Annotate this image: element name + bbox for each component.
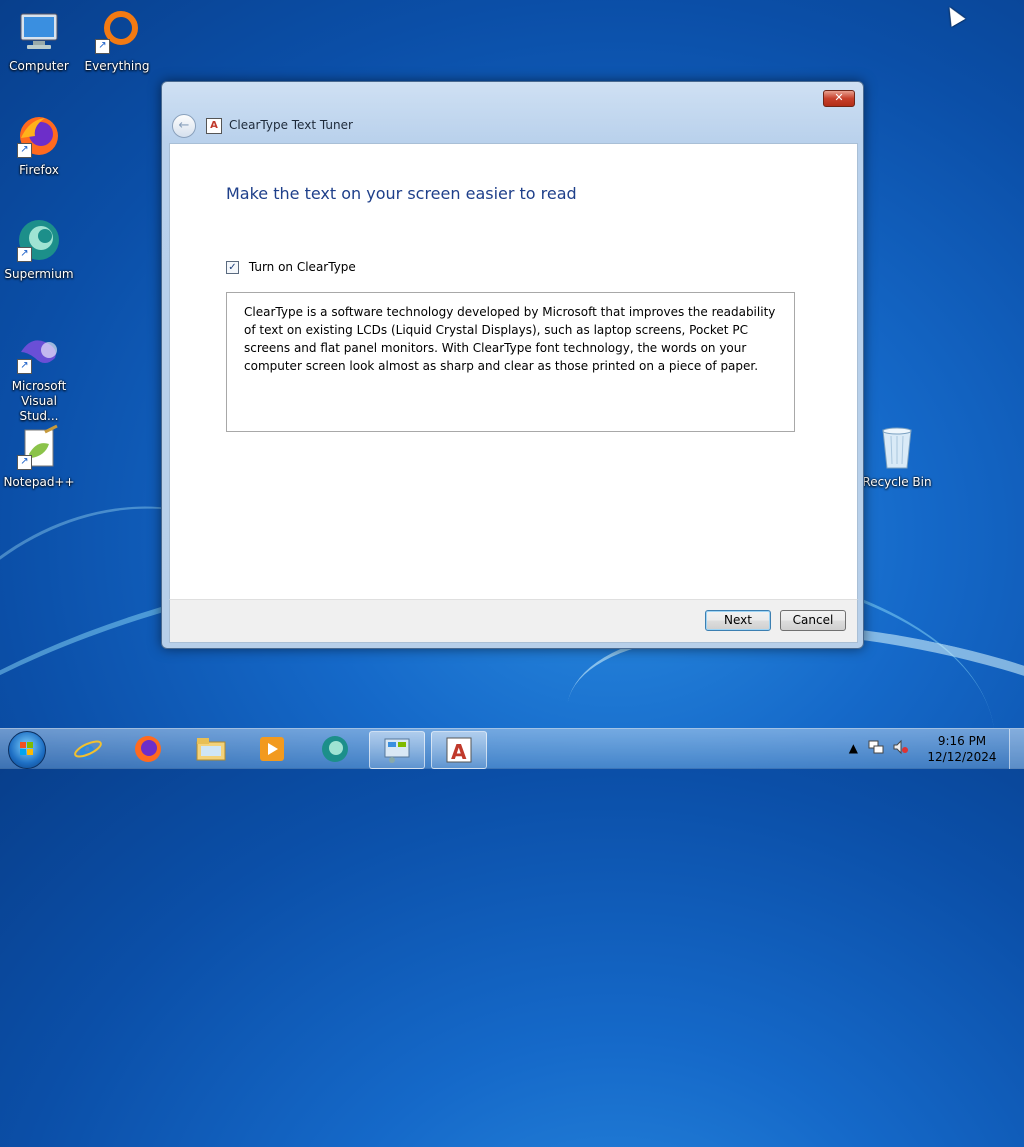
everything-icon: ↗ (93, 8, 141, 56)
cleartype-window: ✕ ← A ClearType Text Tuner Make the text… (161, 81, 864, 649)
desktop-icon-label: Supermium (4, 267, 74, 281)
desktop-icon-label: Everything (84, 59, 150, 73)
supermium-icon: ↗ (15, 216, 63, 264)
cancel-button[interactable]: Cancel (780, 610, 846, 631)
media-player-icon (260, 737, 284, 761)
window-footer: Next Cancel (169, 599, 858, 643)
taskbar-media-player[interactable] (245, 731, 299, 767)
clock-date: 12/12/2024 (927, 750, 997, 764)
taskbar-control-panel[interactable] (369, 731, 425, 769)
recycle-bin-icon (873, 424, 921, 472)
internet-explorer-icon: e (74, 736, 102, 766)
taskbar: e A ▲ 9:16 PM 12/12/2024 (0, 728, 1024, 769)
shortcut-arrow-icon: ↗ (17, 359, 32, 374)
show-desktop-button[interactable] (1009, 729, 1024, 769)
computer-icon (15, 8, 63, 56)
desktop-icon-label: Microsoft Visual Stud... (11, 379, 67, 423)
taskbar-file-explorer[interactable] (184, 731, 238, 767)
taskbar-internet-explorer[interactable]: e (61, 731, 115, 767)
show-hidden-icons-icon[interactable]: ▲ (849, 741, 858, 755)
window-content: Make the text on your screen easier to r… (169, 143, 858, 600)
desktop-icon-everything[interactable]: ↗ Everything (79, 8, 155, 74)
desktop-icon-firefox[interactable]: ↗ Firefox (1, 112, 77, 178)
taskbar-firefox[interactable] (121, 731, 175, 767)
desktop-icon-label: Computer (9, 59, 69, 73)
file-explorer-icon (196, 738, 226, 761)
supermium-icon (322, 736, 348, 762)
cleartype-checkbox-label[interactable]: Turn on ClearType (249, 260, 356, 274)
taskbar-supermium[interactable] (308, 731, 362, 767)
desktop-icon-label: Notepad++ (3, 475, 75, 489)
system-clock[interactable]: 9:16 PM 12/12/2024 (922, 733, 1002, 765)
next-button[interactable]: Next (705, 610, 771, 631)
svg-text:A: A (451, 740, 467, 764)
control-panel-icon (384, 738, 410, 763)
cleartype-icon: A (206, 118, 222, 134)
network-icon[interactable] (868, 739, 884, 758)
page-heading: Make the text on your screen easier to r… (226, 184, 577, 203)
visual-studio-icon: ↗ (15, 328, 63, 376)
cleartype-icon: A (446, 737, 472, 764)
notepad-plus-plus-icon: ↗ (15, 424, 63, 472)
description-text: ClearType is a software technology devel… (244, 305, 776, 373)
desktop-icon-label: Firefox (19, 163, 59, 177)
desktop-icon-notepad-plus-plus[interactable]: ↗ Notepad++ (1, 424, 77, 490)
shortcut-arrow-icon: ↗ (17, 143, 32, 158)
mouse-cursor-icon (942, 3, 966, 27)
desktop-icon-recycle-bin[interactable]: Recycle Bin (859, 424, 935, 490)
cleartype-checkbox-row[interactable]: ✓ Turn on ClearType (226, 260, 356, 274)
cleartype-checkbox[interactable]: ✓ (226, 261, 239, 274)
back-arrow-icon[interactable]: ← (172, 114, 196, 138)
start-button[interactable] (8, 731, 46, 769)
shortcut-arrow-icon: ↗ (17, 247, 32, 262)
shortcut-arrow-icon: ↗ (17, 455, 32, 470)
windows-logo-icon (20, 742, 34, 756)
firefox-icon: ↗ (15, 112, 63, 160)
close-button[interactable]: ✕ (823, 90, 855, 107)
svg-text:e: e (79, 736, 96, 764)
desktop-icon-computer[interactable]: Computer (1, 8, 77, 74)
desktop-icon-visual-studio[interactable]: ↗ Microsoft Visual Stud... (1, 328, 77, 424)
volume-muted-icon[interactable] (892, 739, 908, 758)
window-title: ClearType Text Tuner (229, 118, 353, 132)
clock-time: 9:16 PM (937, 734, 987, 748)
description-box: ClearType is a software technology devel… (226, 292, 795, 432)
desktop-icon-supermium[interactable]: ↗ Supermium (1, 216, 77, 282)
firefox-icon (135, 736, 161, 762)
taskbar-cleartype[interactable]: A (431, 731, 487, 769)
desktop-icon-label: Recycle Bin (862, 475, 932, 489)
shortcut-arrow-icon: ↗ (95, 39, 110, 54)
